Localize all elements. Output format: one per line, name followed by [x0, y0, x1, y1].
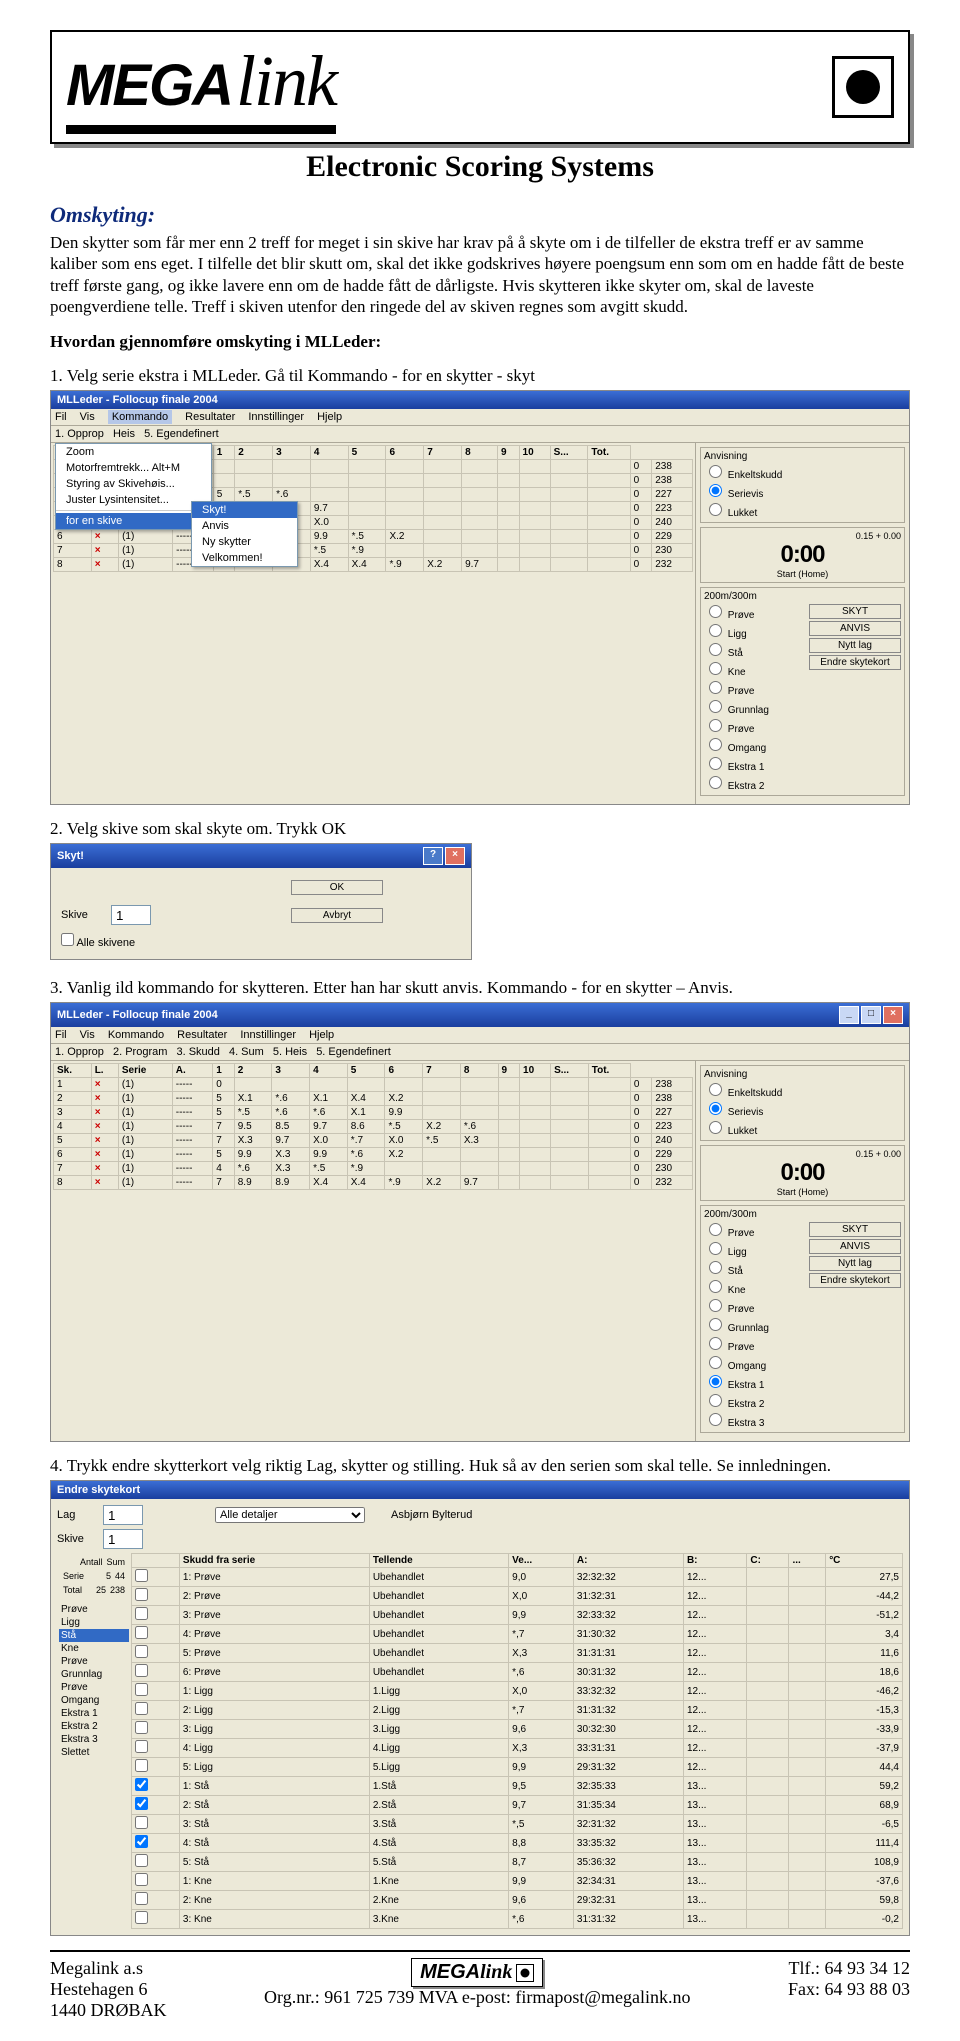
app-window-2: MLLeder - Follocup finale 2004 _ □ × Fil…: [50, 1002, 910, 1442]
footer-tel: Tlf.: 64 93 34 12: [788, 1958, 910, 1979]
skyt-dialog: Skyt! ? × OK Skive Avbryt Alle skivene: [50, 843, 472, 960]
grid-area-2: Sk.L.SerieA.12345678910S...Tot.1×(1)----…: [51, 1061, 695, 1441]
tab-egendefinert[interactable]: 5. Egendefinert: [144, 428, 219, 440]
menu-hjelp[interactable]: Hjelp: [317, 411, 342, 423]
menubar-2: Fil Vis Kommando Resultater Innstillinge…: [51, 1027, 909, 1044]
titlebar-1: MLLeder - Follocup finale 2004: [51, 391, 909, 409]
dialog-titlebar: Skyt! ? ×: [51, 844, 471, 868]
cancel-button[interactable]: Avbryt: [291, 908, 383, 923]
kommando-dropdown[interactable]: Zoom Motorfremtrekk... Alt+M Styring av …: [55, 443, 212, 530]
lag-label: Lag: [57, 1509, 97, 1521]
menu-lys[interactable]: Juster Lysintensitet...: [56, 492, 211, 508]
footer-logo: MEGAlink: [411, 1958, 543, 1987]
side-panel-1: Anvisning Enkeltskudd Serievis Lukket0.1…: [695, 443, 909, 804]
footer-fax: Fax: 64 93 88 03: [788, 1979, 910, 2000]
menu-instillinger[interactable]: Innstillinger: [240, 1029, 296, 1041]
step-4: 4. Trykk endre skytterkort velg riktig L…: [50, 1456, 910, 1476]
app-window-1: MLLeder - Follocup finale 2004 Fil Vis K…: [50, 390, 910, 805]
menu-vis[interactable]: Vis: [80, 411, 95, 423]
skive-label: Skive: [61, 909, 111, 921]
skive-input-2[interactable]: [103, 1529, 143, 1549]
step-1: 1. Velg serie ekstra i MLLeder. Gå til K…: [50, 366, 910, 386]
minimize-icon[interactable]: _: [839, 1006, 859, 1024]
close-icon[interactable]: ×: [883, 1006, 903, 1024]
logo-header: MEGAlink: [50, 30, 910, 144]
edit-left-column: AntallSumSerie544Total25238PrøveLiggStåK…: [57, 1553, 131, 1929]
tab-egendefinert[interactable]: 5. Egendefinert: [316, 1046, 391, 1058]
edit-window: Endre skytekort Lag Alle detaljer Asbjør…: [50, 1480, 910, 1936]
section-title: Omskyting:: [50, 202, 910, 228]
detail-dropdown[interactable]: Alle detaljer: [215, 1507, 365, 1523]
menu-styring[interactable]: Styring av Skivehøis...: [56, 476, 211, 492]
submenu-velkommen[interactable]: Velkommen!: [192, 550, 297, 566]
tab-skudd[interactable]: 3. Skudd: [176, 1046, 219, 1058]
menu-zoom[interactable]: Zoom: [56, 444, 211, 460]
menu-for-en-skive[interactable]: for en skive: [56, 513, 211, 529]
grid-area-1: Zoom Motorfremtrekk... Alt+M Styring av …: [51, 443, 695, 804]
footer-company: Megalink a.s: [50, 1958, 167, 1979]
logo-target-icon: [832, 56, 894, 118]
window-title-1: MLLeder - Follocup finale 2004: [57, 394, 218, 406]
logo-link: link: [236, 41, 336, 121]
menu-fil[interactable]: Fil: [55, 411, 67, 423]
results-table-2: Sk.L.SerieA.12345678910S...Tot.1×(1)----…: [53, 1063, 693, 1190]
help-icon[interactable]: ?: [423, 847, 443, 865]
kommando-submenu[interactable]: Skyt! Anvis Ny skytter Velkommen!: [191, 501, 298, 567]
skive-label-2: Skive: [57, 1533, 97, 1545]
menubar-1: Fil Vis Kommando Resultater Innstillinge…: [51, 409, 909, 426]
dialog-title: Skyt!: [57, 850, 84, 862]
edit-title: Endre skytekort: [57, 1484, 140, 1496]
tab-sum[interactable]: 4. Sum: [229, 1046, 264, 1058]
step-3: 3. Vanlig ild kommando for skytteren. Et…: [50, 978, 910, 998]
edit-titlebar: Endre skytekort: [51, 1481, 909, 1499]
page-subtitle: Electronic Scoring Systems: [50, 150, 910, 184]
alle-skivene-checkbox[interactable]: Alle skivene: [61, 937, 135, 949]
menu-motor[interactable]: Motorfremtrekk... Alt+M: [56, 460, 211, 476]
footer-org: Org.nr.: 961 725 739 MVA e-post: firmapo…: [167, 1987, 788, 2008]
titlebar-2: MLLeder - Follocup finale 2004 _ □ ×: [51, 1003, 909, 1027]
tab-program[interactable]: 2. Program: [113, 1046, 167, 1058]
side-panel-2: Anvisning Enkeltskudd Serievis Lukket0.1…: [695, 1061, 909, 1441]
toolbar-2: 1. Opprop 2. Program 3. Skudd 4. Sum 5. …: [51, 1044, 909, 1061]
tab-heis[interactable]: Heis: [113, 428, 135, 440]
submenu-ny-skytter[interactable]: Ny skytter: [192, 534, 297, 550]
toolbar-1: 1. Opprop Heis 5. Egendefinert: [51, 426, 909, 443]
menu-kommando[interactable]: Kommando: [108, 410, 172, 424]
lag-input[interactable]: [103, 1505, 143, 1525]
tab-opprop[interactable]: 1. Opprop: [55, 428, 104, 440]
close-icon[interactable]: ×: [445, 847, 465, 865]
logo-mega: MEGA: [66, 53, 232, 118]
edit-table: Skudd fra serieTellendeVe...A:B:C:...°C1…: [131, 1553, 903, 1929]
menu-hjelp[interactable]: Hjelp: [309, 1029, 334, 1041]
menu-fil[interactable]: Fil: [55, 1029, 67, 1041]
menu-instillinger[interactable]: Innstillinger: [248, 411, 304, 423]
window-title-2: MLLeder - Follocup finale 2004: [57, 1009, 218, 1021]
menu-vis[interactable]: Vis: [80, 1029, 95, 1041]
submenu-skyt[interactable]: Skyt!: [192, 502, 297, 518]
shooter-name: Asbjørn Bylterud: [391, 1509, 472, 1521]
submenu-anvis[interactable]: Anvis: [192, 518, 297, 534]
ok-button[interactable]: OK: [291, 880, 383, 895]
menu-resultater[interactable]: Resultater: [177, 1029, 227, 1041]
intro-paragraph: Den skytter som får mer enn 2 treff for …: [50, 232, 910, 317]
menu-kommando[interactable]: Kommando: [108, 1029, 164, 1041]
howto-title: Hvordan gjennomføre omskyting i MLLeder:: [50, 331, 910, 352]
skive-input[interactable]: [111, 905, 151, 925]
footer-address2: 1440 DRØBAK: [50, 2000, 167, 2021]
tab-opprop[interactable]: 1. Opprop: [55, 1046, 104, 1058]
page-footer: Megalink a.s Hestehagen 6 1440 DRØBAK ME…: [50, 1950, 910, 2021]
maximize-icon[interactable]: □: [861, 1006, 881, 1024]
step-2: 2. Velg skive som skal skyte om. Trykk O…: [50, 819, 910, 839]
footer-address1: Hestehagen 6: [50, 1979, 167, 2000]
menu-resultater[interactable]: Resultater: [185, 411, 235, 423]
tab-heis[interactable]: 5. Heis: [273, 1046, 307, 1058]
